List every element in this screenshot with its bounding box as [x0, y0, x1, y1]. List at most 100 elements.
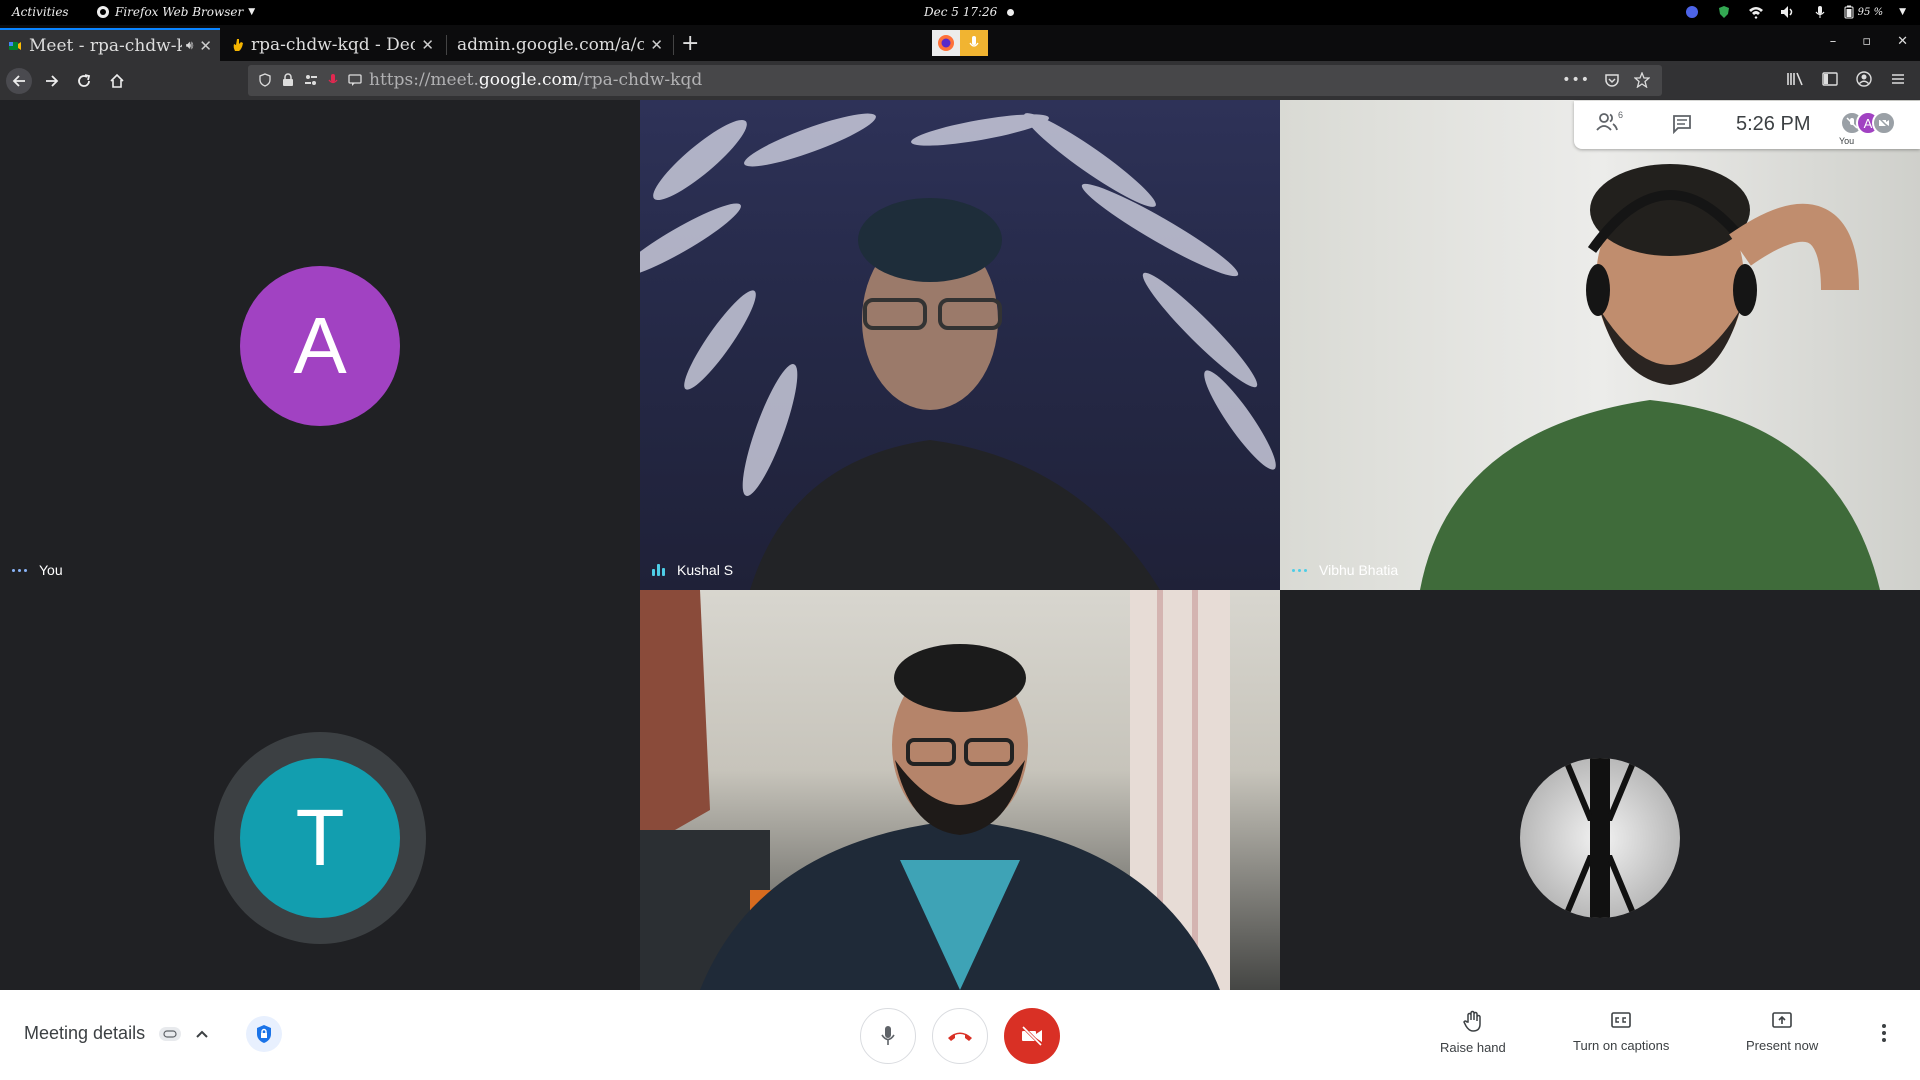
camera-off-icon [1021, 1026, 1043, 1046]
hand-icon [1463, 1010, 1481, 1032]
window-controls: – ▫ ✕ [1830, 34, 1908, 49]
avatar-image-icon [1562, 758, 1638, 918]
self-view-avatars[interactable]: A [1840, 111, 1896, 135]
account-icon[interactable] [1856, 71, 1872, 87]
participant-name: Vibhu Bhatia [1319, 562, 1399, 578]
firefox-icon [932, 30, 960, 56]
permissions-icon[interactable] [304, 73, 318, 87]
back-button[interactable] [6, 68, 32, 94]
avatar: A [240, 266, 400, 426]
new-tab-button[interactable]: + [681, 31, 699, 56]
tracking-protection-icon[interactable] [258, 73, 272, 87]
home-button[interactable] [104, 68, 130, 94]
people-count: 6 [1618, 110, 1624, 120]
participant-video [1280, 100, 1920, 590]
camera-button[interactable] [1004, 1008, 1060, 1064]
battery-icon [1844, 5, 1854, 19]
tab-admin[interactable]: admin.google.com/a/cpanel ✕ [449, 28, 671, 61]
participant-tile-kushal[interactable]: Kushal S [640, 100, 1280, 590]
notification-dot [1007, 8, 1015, 16]
shield-tray-icon[interactable] [1716, 4, 1732, 20]
more-actions-icon[interactable]: ••• [1562, 72, 1590, 88]
present-now-label: Present now [1746, 1038, 1819, 1053]
audio-level-icon [652, 564, 665, 576]
video-frame [1420, 164, 1880, 590]
reload-button[interactable] [71, 68, 97, 94]
microphone-button[interactable] [860, 1008, 916, 1064]
people-icon [1596, 113, 1618, 131]
tab-rpa-chdw-kqd[interactable]: rpa-chdw-kqd - Dec 5 ✕ [224, 28, 442, 61]
tab-meet[interactable]: Meet - rpa-chdw-kqd 🔊︎ ✕ [0, 28, 220, 61]
reload-icon [78, 74, 91, 87]
more-options-icon[interactable] [1882, 1024, 1886, 1042]
bookmark-star-icon[interactable] [1634, 72, 1650, 88]
sidebar-icon[interactable] [1822, 71, 1838, 87]
firefox-icon [97, 6, 109, 18]
library-icon[interactable] [1786, 71, 1804, 87]
raise-hand-label: Raise hand [1440, 1040, 1506, 1055]
camera-off-icon [1872, 111, 1896, 135]
maximize-icon[interactable]: ▫ [1862, 34, 1871, 49]
microphone-muted-icon[interactable] [328, 73, 338, 87]
captions-icon [1611, 1012, 1631, 1028]
participant-tile-video[interactable] [640, 590, 1280, 990]
leave-call-button[interactable] [932, 1008, 988, 1064]
more-options-icon[interactable] [1292, 568, 1307, 572]
video-frame [640, 590, 1230, 990]
battery-percent: 95 % [1857, 6, 1884, 18]
people-button[interactable] [1596, 113, 1618, 136]
chat-button[interactable] [1672, 114, 1692, 139]
url-text[interactable]: https://meet.google.com/rpa-chdw-kqd [369, 70, 702, 90]
wifi-icon [1748, 4, 1764, 20]
sharing-indicators[interactable] [932, 30, 988, 56]
pocket-icon[interactable] [1604, 72, 1620, 88]
avatar-letter: T [295, 793, 345, 882]
participant-name-bar: Kushal S [652, 562, 733, 578]
raise-hand-button[interactable]: Raise hand [1440, 1010, 1506, 1055]
captions-button[interactable]: Turn on captions [1573, 1010, 1669, 1053]
url-path: /rpa-chdw-kqd [577, 70, 703, 90]
chevron-down-icon[interactable]: ▼ [1899, 7, 1906, 17]
system-tray[interactable]: 95 % ▼ [1684, 4, 1906, 20]
message-icon[interactable] [348, 73, 362, 87]
meeting-info-panel: 6 5:26 PM A You [1574, 101, 1920, 149]
self-view-label: You [1839, 136, 1855, 146]
meeting-stage: A You Kushal S Vibhu Bhatia T [0, 100, 1920, 990]
hand-favicon-icon [233, 38, 243, 51]
chevron-up-icon [196, 1030, 208, 1038]
url-prefix: https://meet. [369, 70, 479, 90]
app-menu[interactable]: Firefox Web Browser ▼ [96, 5, 255, 19]
hang-up-icon [948, 1032, 972, 1041]
microphone-sharing-icon [960, 30, 988, 56]
activities-button[interactable]: Activities [12, 5, 69, 19]
extension-icon[interactable] [1684, 4, 1700, 20]
present-now-button[interactable]: Present now [1746, 1010, 1818, 1053]
arrow-left-icon [12, 75, 25, 87]
clock[interactable]: Dec 5 17:26 [924, 5, 1015, 19]
host-controls-button[interactable] [246, 1016, 282, 1052]
forward-button[interactable] [39, 68, 65, 94]
participant-tile-t[interactable]: T [0, 590, 640, 990]
meet-favicon-icon [9, 41, 21, 50]
tab-separator [446, 35, 447, 55]
close-tab-icon[interactable]: ✕ [421, 36, 434, 54]
close-tab-icon[interactable]: ✕ [650, 36, 663, 54]
participant-tile-vibhu[interactable]: Vibhu Bhatia [1280, 100, 1920, 590]
speaker-icon[interactable]: 🔊︎ [186, 38, 194, 53]
more-options-icon[interactable] [12, 568, 27, 572]
minimize-icon[interactable]: – [1830, 34, 1837, 49]
avatar [1520, 758, 1680, 918]
avatar-letter: A [293, 301, 347, 390]
participant-tile-image-avatar[interactable] [1280, 590, 1920, 990]
close-window-icon[interactable]: ✕ [1897, 34, 1908, 49]
url-bar[interactable]: https://meet.google.com/rpa-chdw-kqd ••• [248, 65, 1662, 96]
participant-tile-you[interactable]: A You [0, 100, 640, 590]
attachment-icon [159, 1026, 182, 1041]
toolbar-right [1786, 71, 1906, 87]
meeting-details-label: Meeting details [24, 1023, 146, 1043]
hamburger-menu-icon[interactable] [1890, 71, 1906, 87]
site-identity[interactable] [258, 73, 362, 87]
meeting-details-button[interactable]: Meeting details [24, 1023, 209, 1044]
present-icon [1772, 1012, 1792, 1028]
close-tab-icon[interactable]: ✕ [199, 37, 212, 55]
